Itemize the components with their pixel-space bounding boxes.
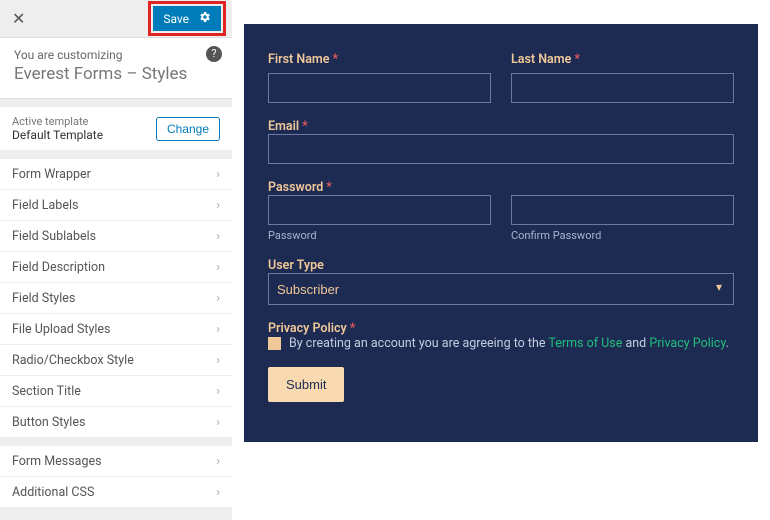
panel-row[interactable]: Form Messages ›: [0, 446, 232, 477]
save-label: Save: [163, 12, 189, 26]
heading-block: ? You are customizing Everest Forms – St…: [0, 38, 232, 99]
chevron-right-icon: ›: [216, 485, 220, 500]
chevron-right-icon: ›: [216, 167, 220, 182]
customizer-sidebar: ✕ Save ? You are customizing Everest For…: [0, 0, 232, 520]
panel-row[interactable]: Field Sublabels ›: [0, 221, 232, 252]
submit-button[interactable]: Submit: [268, 367, 344, 402]
panel-row[interactable]: Button Styles ›: [0, 407, 232, 438]
first-name-input[interactable]: [268, 73, 491, 103]
chevron-right-icon: ›: [216, 291, 220, 306]
help-icon[interactable]: ?: [206, 46, 222, 62]
chevron-right-icon: ›: [216, 260, 220, 275]
password-sublabel: Password: [268, 229, 491, 242]
topbar: ✕ Save: [0, 0, 232, 38]
panel-group-a: Form Wrapper›Field Labels›Field Sublabel…: [0, 159, 232, 438]
privacy-label: Privacy Policy*: [268, 321, 355, 336]
user-type-select[interactable]: Subscriber: [268, 273, 734, 305]
panel-group-b: Form Messages › Additional CSS ›: [0, 446, 232, 508]
panel-row[interactable]: Section Title ›: [0, 376, 232, 407]
panel-row[interactable]: File Upload Styles ›: [0, 314, 232, 345]
heading-big: Everest Forms – Styles: [14, 64, 218, 84]
policy-checkbox[interactable]: [268, 337, 281, 350]
panel-row-label: Field Labels: [12, 198, 78, 213]
gear-icon[interactable]: [199, 11, 211, 26]
close-icon[interactable]: ✕: [12, 9, 25, 28]
panel-row[interactable]: Field Styles ›: [0, 283, 232, 314]
panel-row[interactable]: Additional CSS ›: [0, 477, 232, 508]
panel-row[interactable]: Field Labels ›: [0, 190, 232, 221]
panel-row-label: Section Title: [12, 384, 81, 399]
heading-small: You are customizing: [14, 48, 218, 62]
policy-text: By creating an account you are agreeing …: [289, 336, 729, 351]
change-button[interactable]: Change: [156, 117, 220, 141]
user-type-label: User Type: [268, 258, 324, 273]
template-label: Active template: [12, 115, 103, 128]
panel-row[interactable]: Form Wrapper ›: [0, 159, 232, 190]
panel-row-label: Radio/Checkbox Style: [12, 353, 134, 368]
save-highlight: Save: [148, 1, 226, 36]
chevron-right-icon: ›: [216, 229, 220, 244]
panel-row-label: Form Wrapper: [12, 167, 91, 182]
email-input[interactable]: [268, 134, 734, 164]
policy-line: By creating an account you are agreeing …: [268, 336, 734, 351]
terms-link[interactable]: Terms of Use: [548, 336, 622, 351]
password-input[interactable]: [268, 195, 491, 225]
chevron-right-icon: ›: [216, 415, 220, 430]
chevron-right-icon: ›: [216, 198, 220, 213]
panel-row-label: Field Sublabels: [12, 229, 96, 244]
panel-row-label: Form Messages: [12, 454, 102, 469]
confirm-password-input[interactable]: [511, 195, 734, 225]
privacy-link[interactable]: Privacy Policy: [649, 336, 725, 351]
panel-row-label: File Upload Styles: [12, 322, 111, 337]
chevron-right-icon: ›: [216, 384, 220, 399]
last-name-input[interactable]: [511, 73, 734, 103]
panel-row[interactable]: Field Description ›: [0, 252, 232, 283]
password-label: Password*: [268, 180, 332, 195]
chevron-right-icon: ›: [216, 322, 220, 337]
form-preview: First Name* Last Name* Email* Password* …: [244, 24, 758, 442]
panel-row[interactable]: Radio/Checkbox Style ›: [0, 345, 232, 376]
first-name-label: First Name*: [268, 52, 491, 67]
confirm-password-sublabel: Confirm Password: [511, 229, 734, 242]
last-name-label: Last Name*: [511, 52, 734, 67]
panel-row-label: Button Styles: [12, 415, 85, 430]
save-button[interactable]: Save: [153, 6, 221, 31]
chevron-right-icon: ›: [216, 353, 220, 368]
panel-row-label: Field Styles: [12, 291, 75, 306]
panel-row-label: Additional CSS: [12, 485, 94, 500]
preview-pane: First Name* Last Name* Email* Password* …: [232, 0, 770, 520]
panel-row-label: Field Description: [12, 260, 105, 275]
email-label: Email*: [268, 119, 308, 134]
template-row: Active template Default Template Change: [0, 107, 232, 151]
chevron-right-icon: ›: [216, 454, 220, 469]
template-value: Default Template: [12, 128, 103, 142]
